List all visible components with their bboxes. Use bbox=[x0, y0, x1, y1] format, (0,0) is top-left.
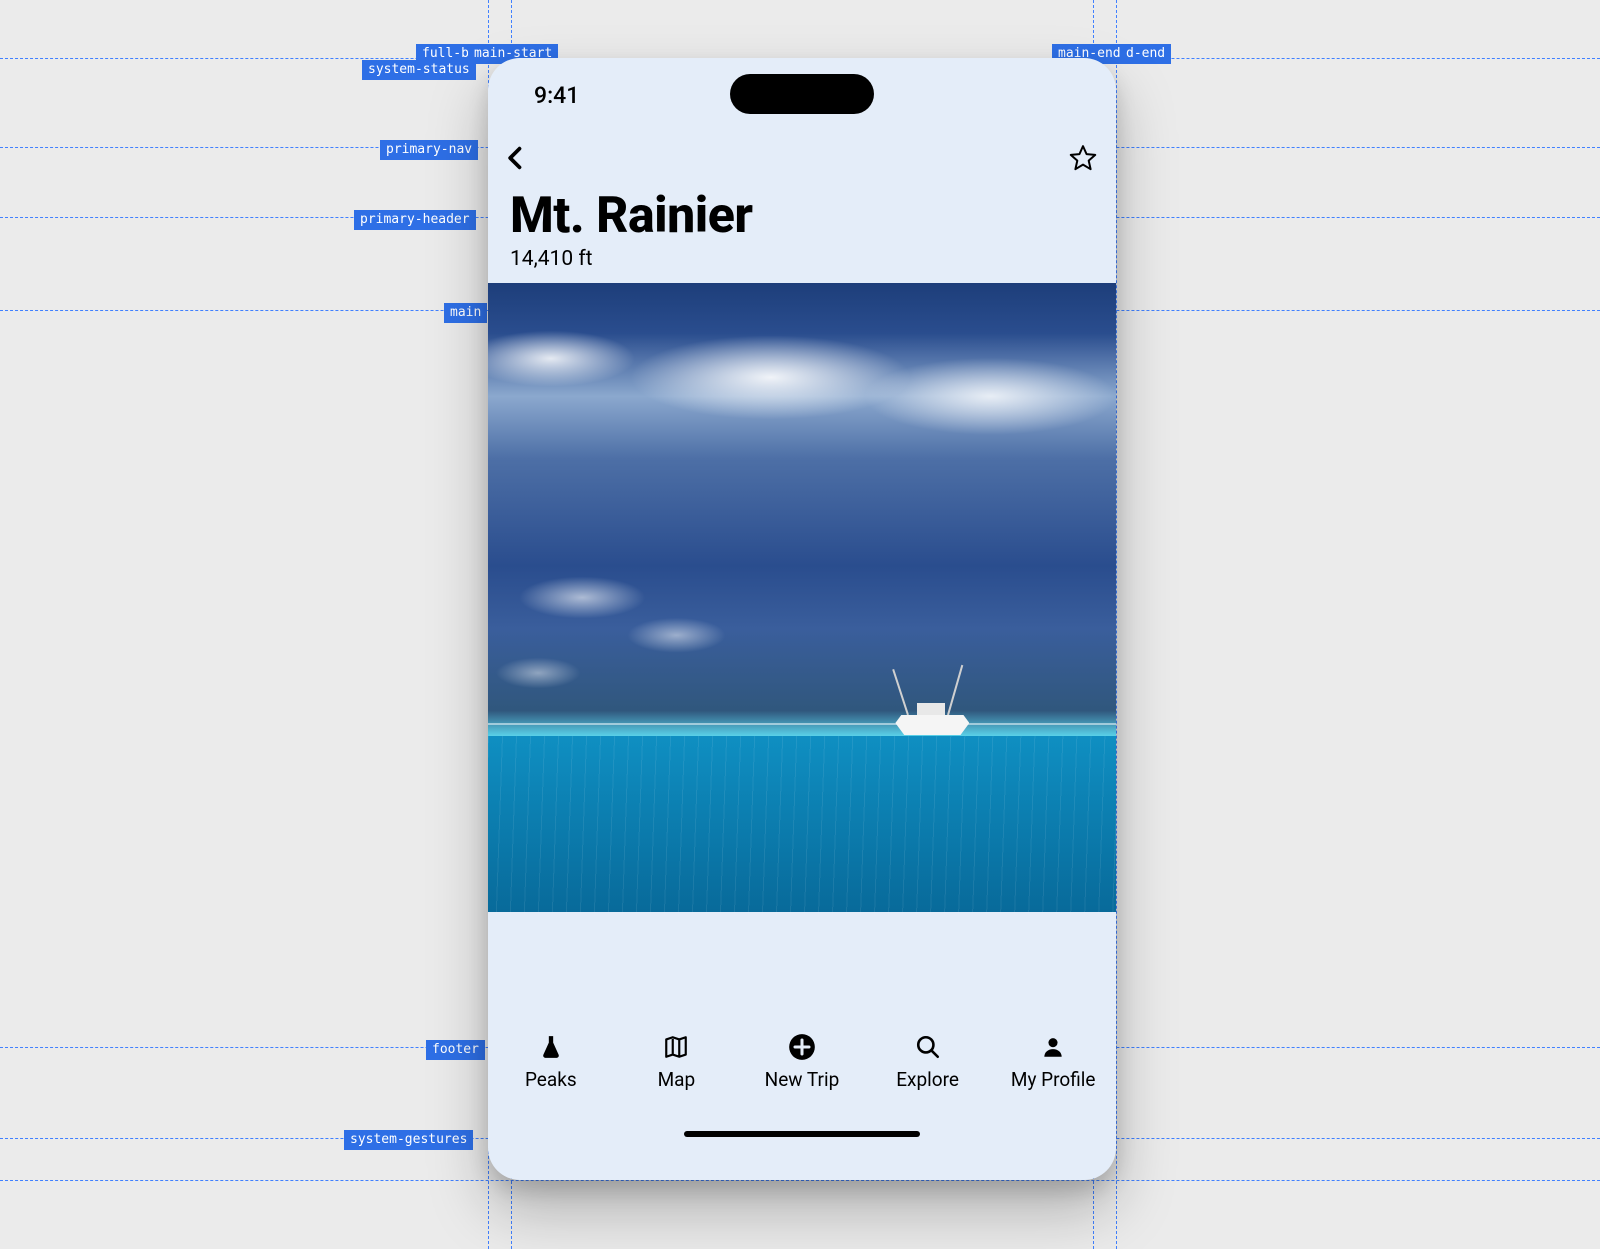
map-icon bbox=[661, 1032, 691, 1062]
chevron-left-icon bbox=[502, 144, 530, 172]
tab-label: Explore bbox=[896, 1068, 959, 1091]
add-circle-icon bbox=[787, 1032, 817, 1062]
status-time: 9:41 bbox=[534, 82, 579, 109]
guide-full-bleed-end bbox=[1116, 0, 1117, 1249]
guide-label-main: main bbox=[444, 303, 487, 323]
main-spacer bbox=[488, 912, 1116, 1022]
hero-sea bbox=[488, 736, 1116, 912]
favorite-button[interactable] bbox=[1068, 143, 1098, 173]
tab-label: Peaks bbox=[525, 1068, 577, 1091]
hero-boat bbox=[877, 673, 987, 743]
tab-label: New Trip bbox=[765, 1068, 840, 1091]
person-icon bbox=[1038, 1032, 1068, 1062]
guide-label-full-bleed-end: d-end bbox=[1120, 44, 1171, 64]
hero-horizon bbox=[488, 723, 1116, 725]
tab-label: Map bbox=[658, 1068, 696, 1091]
device-frame: 9:41 Mt. Rainier 14,410 ft bbox=[488, 58, 1116, 1180]
gesture-bar bbox=[488, 1114, 1116, 1154]
home-indicator[interactable] bbox=[684, 1131, 920, 1137]
tab-peaks[interactable]: Peaks bbox=[488, 1032, 614, 1091]
hero-image bbox=[488, 283, 1116, 912]
guide-label-primary-header: primary-header bbox=[354, 210, 476, 230]
dynamic-island bbox=[730, 74, 874, 114]
tab-explore[interactable]: Explore bbox=[865, 1032, 991, 1091]
page-title: Mt. Rainier bbox=[510, 187, 1094, 245]
star-icon bbox=[1068, 143, 1098, 173]
status-bar: 9:41 bbox=[488, 58, 1116, 133]
guide-label-footer: footer bbox=[426, 1040, 485, 1060]
primary-header: Mt. Rainier 14,410 ft bbox=[488, 183, 1116, 283]
page-subtitle: 14,410 ft bbox=[510, 247, 1094, 271]
back-button[interactable] bbox=[502, 144, 530, 172]
flask-icon bbox=[536, 1032, 566, 1062]
guide-label-system-status: system-status bbox=[362, 60, 476, 80]
tab-label: My Profile bbox=[1011, 1068, 1096, 1091]
tab-bar: Peaks Map New Trip Explore My Profile bbox=[488, 1022, 1116, 1114]
tab-new-trip[interactable]: New Trip bbox=[739, 1032, 865, 1091]
guide-bottom bbox=[0, 1180, 1600, 1181]
guide-label-primary-nav: primary-nav bbox=[380, 140, 478, 160]
tab-map[interactable]: Map bbox=[614, 1032, 740, 1091]
primary-nav bbox=[488, 133, 1116, 183]
guide-label-system-gestures: system-gestures bbox=[344, 1130, 473, 1150]
tab-my-profile[interactable]: My Profile bbox=[990, 1032, 1116, 1091]
search-icon bbox=[913, 1032, 943, 1062]
